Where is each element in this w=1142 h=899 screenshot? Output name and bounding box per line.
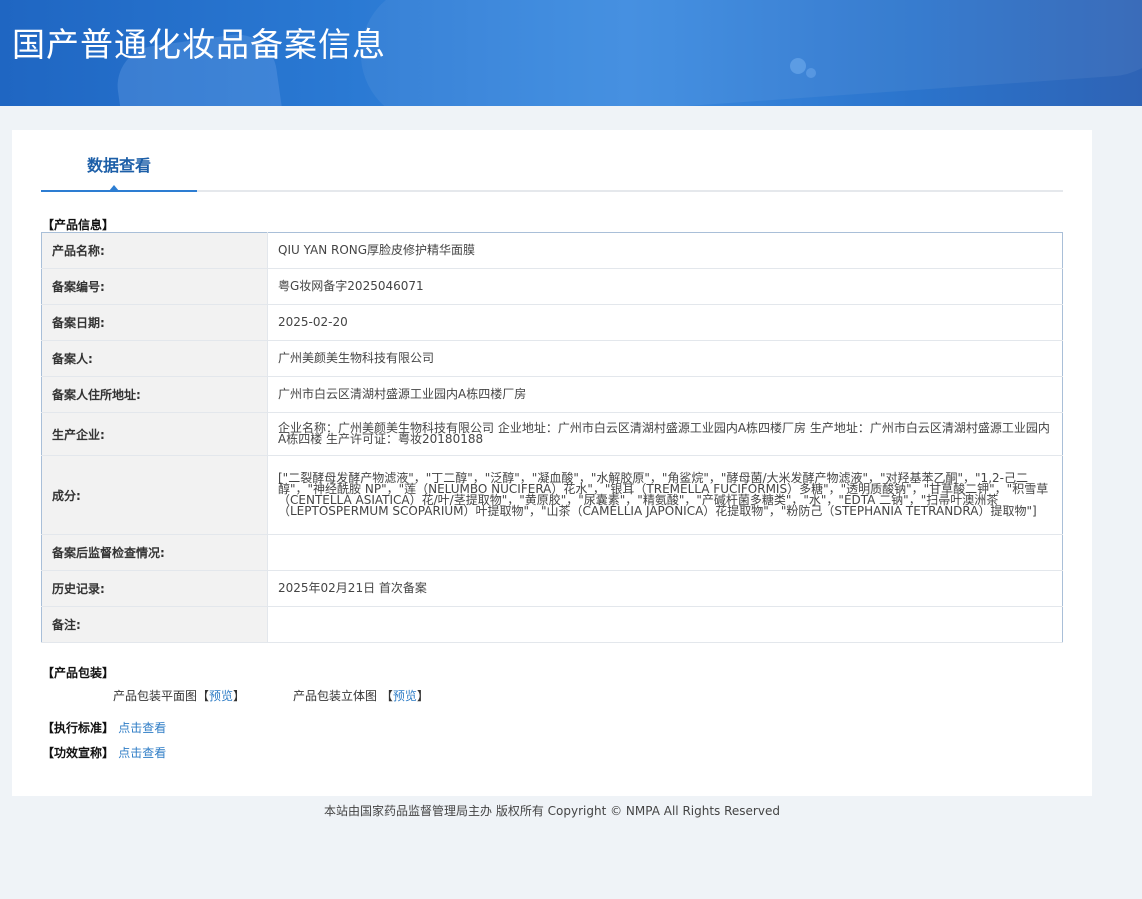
- banner-decoration: [356, 0, 1142, 106]
- table-row: 历史记录: 2025年02月21日 首次备案: [41, 570, 1063, 607]
- row-label: 历史记录:: [41, 570, 268, 607]
- row-value: [267, 534, 1063, 571]
- tab-data-view[interactable]: 数据查看: [41, 144, 197, 192]
- table-row: 产品名称: QIU YAN RONG厚脸皮修护精华面膜: [41, 232, 1063, 269]
- row-value: 企业名称：广州美颜美生物科技有限公司 企业地址：广州市白云区清湖村盛源工业园内A…: [267, 412, 1063, 456]
- row-value: 广州市白云区清湖村盛源工业园内A栋四楼厂房: [267, 376, 1063, 413]
- row-value: 2025-02-20: [267, 304, 1063, 341]
- row-value: ["二裂酵母发酵产物滤液"，"丁二醇"，"泛醇"，"凝血酸"，"水解胶原"，"角…: [267, 455, 1063, 535]
- packaging-title: 【产品包装】: [42, 666, 115, 680]
- row-value: [267, 606, 1063, 643]
- preview-solid-link[interactable]: 预览: [393, 689, 417, 703]
- footer-copyright: 本站由国家药品监督管理局主办 版权所有 Copyright © NMPA All…: [324, 804, 780, 818]
- row-label: 成分:: [41, 455, 268, 535]
- row-value: 粤G妆网备字2025046071: [267, 268, 1063, 305]
- bracket: 】: [233, 689, 246, 703]
- table-row: 备案编号: 粤G妆网备字2025046071: [41, 268, 1063, 305]
- row-label: 产品名称:: [41, 232, 268, 269]
- row-label: 备案日期:: [41, 304, 268, 341]
- packaging-solid-row: 产品包装立体图 【预览】: [293, 687, 429, 704]
- row-label: 备案人:: [41, 340, 268, 377]
- row-label: 备案编号:: [41, 268, 268, 305]
- bracket: 【: [197, 689, 210, 703]
- product-info-table: 产品名称: QIU YAN RONG厚脸皮修护精华面膜 备案编号: 粤G妆网备字…: [41, 232, 1063, 643]
- table-row: 备案人: 广州美颜美生物科技有限公司: [41, 340, 1063, 377]
- bracket: 】: [416, 689, 429, 703]
- table-row: 备注:: [41, 606, 1063, 643]
- efficacy-row: 【功效宣称】 点击查看: [42, 744, 166, 761]
- table-row: 备案人住所地址: 广州市白云区清湖村盛源工业园内A栋四楼厂房: [41, 376, 1063, 413]
- preview-flat-link[interactable]: 预览: [209, 689, 233, 703]
- standard-view-link[interactable]: 点击查看: [118, 721, 166, 735]
- row-value: 广州美颜美生物科技有限公司: [267, 340, 1063, 377]
- product-info-title: 【产品信息】: [42, 218, 115, 232]
- content-card: 数据查看 【产品信息】 产品名称: QIU YAN RONG厚脸皮修护精华面膜 …: [12, 130, 1092, 796]
- table-row: 备案日期: 2025-02-20: [41, 304, 1063, 341]
- packaging-flat-label: 产品包装平面图: [113, 689, 198, 703]
- table-row: 备案后监督检查情况:: [41, 534, 1063, 571]
- table-row: 生产企业: 企业名称：广州美颜美生物科技有限公司 企业地址：广州市白云区清湖村盛…: [41, 412, 1063, 456]
- packaging-solid-label: 产品包装立体图: [293, 689, 378, 703]
- bracket: 【: [380, 689, 393, 703]
- banner-decoration: [790, 58, 806, 74]
- banner-decoration: [806, 68, 816, 78]
- row-label: 生产企业:: [41, 412, 268, 456]
- tab-indicator-arrow: [109, 185, 119, 191]
- row-value: 2025年02月21日 首次备案: [267, 570, 1063, 607]
- row-label: 备案人住所地址:: [41, 376, 268, 413]
- standard-title: 【执行标准】: [42, 721, 115, 735]
- page-title: 国产普通化妆品备案信息: [12, 25, 386, 64]
- table-row: 成分: ["二裂酵母发酵产物滤液"，"丁二醇"，"泛醇"，"凝血酸"，"水解胶原…: [41, 455, 1063, 535]
- row-label: 备注:: [41, 606, 268, 643]
- row-label: 备案后监督检查情况:: [41, 534, 268, 571]
- standard-row: 【执行标准】 点击查看: [42, 719, 166, 736]
- row-value: QIU YAN RONG厚脸皮修护精华面膜: [267, 232, 1063, 269]
- header-banner: 国产普通化妆品备案信息: [0, 0, 1142, 106]
- efficacy-title: 【功效宣称】: [42, 746, 115, 760]
- packaging-flat-row: 产品包装平面图【预览】: [113, 687, 245, 704]
- efficacy-view-link[interactable]: 点击查看: [118, 746, 166, 760]
